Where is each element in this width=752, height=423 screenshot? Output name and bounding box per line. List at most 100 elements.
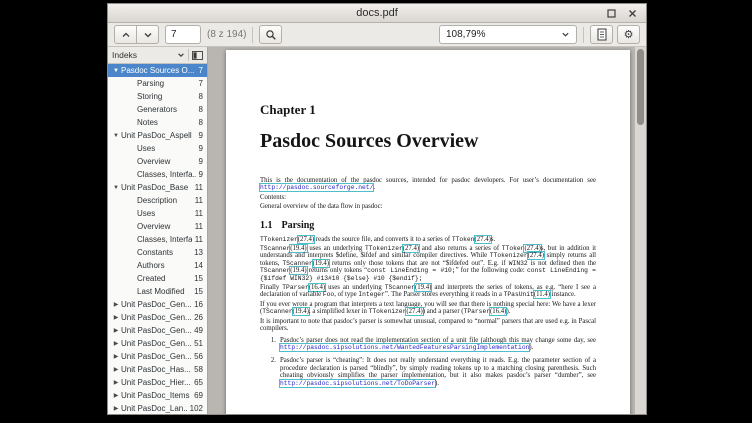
index-entry[interactable]: ▶Unit PasDoc_Gen...26 — [108, 311, 207, 324]
pdf-cross-reference[interactable]: (27.4) — [524, 245, 540, 252]
index-entry[interactable]: Authors14 — [108, 259, 207, 272]
vertical-scrollbar[interactable] — [634, 47, 646, 414]
tree-expand-icon[interactable]: ▶ — [111, 379, 121, 386]
pdf-link[interactable]: http://pasdoc.sipsolutions.net/WantedFea… — [280, 344, 529, 351]
index-entry-page: 69 — [191, 391, 207, 400]
index-entry[interactable]: Overview9 — [108, 155, 207, 168]
index-entry[interactable]: Overview11 — [108, 220, 207, 233]
pdf-text: const LineEnding = #10; — [367, 267, 455, 274]
index-entry[interactable]: Uses11 — [108, 207, 207, 220]
index-entry[interactable]: ▶Unit PasDoc_Gen...56 — [108, 350, 207, 363]
index-entry[interactable]: Created15 — [108, 272, 207, 285]
index-entry[interactable]: Notes8 — [108, 116, 207, 129]
pdf-cross-reference[interactable]: (19.4) — [293, 308, 309, 315]
tree-expand-icon[interactable]: ▶ — [111, 353, 121, 360]
index-entry[interactable]: ▼Unit PasDoc_Aspell9 — [108, 129, 207, 142]
pdf-text: is not defined then the — [528, 260, 596, 267]
index-entry[interactable]: Last Modified15 — [108, 285, 207, 298]
pdf-cross-reference[interactable]: (16.4) — [309, 284, 325, 291]
index-entry[interactable]: ▼Unit PasDoc_Base11 — [108, 181, 207, 194]
pdf-cross-reference[interactable]: (19.4) — [415, 284, 431, 291]
tree-collapse-icon[interactable]: ▼ — [111, 133, 121, 139]
index-entry[interactable]: ▶Unit PasDoc_Gen...51 — [108, 337, 207, 350]
index-entry-label: Unit PasDoc_Items — [121, 391, 191, 400]
index-entry[interactable]: ▶Unit PasDoc_Hier...65 — [108, 376, 207, 389]
index-entry-label: Last Modified — [137, 287, 191, 296]
pdf-link[interactable]: http://pasdoc.sipsolutions.net/ToDoParse… — [280, 380, 435, 387]
zoom-level-value: 108,79% — [446, 29, 561, 40]
index-entry[interactable]: ▼Pasdoc Sources O...7 — [108, 64, 207, 77]
index-entry-page: 7 — [196, 66, 207, 75]
index-entry[interactable]: ▶Unit PasDoc_Lan...102 — [108, 402, 207, 414]
previous-page-button[interactable] — [114, 25, 137, 44]
index-entry[interactable]: Classes, Interfa...11 — [108, 233, 207, 246]
pdf-cross-reference[interactable]: (27.4) — [403, 245, 419, 252]
index-entry[interactable]: Constants13 — [108, 246, 207, 259]
index-entry[interactable]: Storing8 — [108, 90, 207, 103]
index-entry-label: Unit PasDoc_Gen... — [121, 326, 191, 335]
index-entry[interactable]: ▶Unit PasDoc_Items69 — [108, 389, 207, 402]
panel-left-icon — [192, 51, 203, 60]
tree-expand-icon[interactable]: ▶ — [111, 392, 121, 399]
index-entry[interactable]: ▶Unit PasDoc_Gen...49 — [108, 324, 207, 337]
pdf-cross-reference[interactable]: (16.4) — [490, 308, 506, 315]
pdf-cross-reference[interactable]: (27.4) — [298, 236, 314, 243]
tree-expand-icon[interactable]: ▶ — [111, 314, 121, 321]
zoom-level-combobox[interactable]: 108,79% — [439, 25, 577, 44]
pdf-cross-reference[interactable]: (27.4) — [528, 252, 544, 259]
settings-menu-button[interactable]: ⚙ — [617, 25, 640, 44]
search-button[interactable] — [259, 25, 282, 44]
index-entry[interactable]: Generators8 — [108, 103, 207, 116]
index-entry[interactable]: Description11 — [108, 194, 207, 207]
pdf-link[interactable]: http://pasdoc.sourceforge.net/ — [260, 184, 373, 191]
sidebar-mode-dropdown[interactable] — [177, 51, 185, 59]
index-entry[interactable]: ▶Unit PasDoc_Has...58 — [108, 363, 207, 376]
window-maximize-button[interactable] — [605, 7, 618, 20]
tree-expand-icon[interactable]: ▶ — [111, 327, 121, 334]
pdf-cross-reference[interactable]: (19.4) — [290, 267, 306, 274]
pdf-overview-line: General overview of the data flow in pas… — [260, 203, 596, 210]
index-entry[interactable]: Parsing7 — [108, 77, 207, 90]
sidebar-toggle-button[interactable] — [192, 51, 203, 60]
index-entry-label: Classes, Interfa... — [137, 170, 196, 179]
page-number-input[interactable] — [165, 25, 201, 44]
pdf-text: reads the source file, and converts it t… — [314, 236, 452, 243]
tree-expand-icon[interactable]: ▶ — [111, 366, 121, 373]
tree-collapse-icon[interactable]: ▼ — [111, 185, 121, 191]
tree-collapse-icon[interactable]: ▼ — [111, 68, 121, 74]
scrollbar-thumb[interactable] — [637, 49, 644, 125]
pdf-cross-reference[interactable]: (27.4) — [406, 308, 422, 315]
tree-expand-icon[interactable]: ▶ — [111, 405, 121, 412]
pdf-text: TScanner — [282, 260, 312, 267]
pdf-cross-reference[interactable]: (11.4) — [534, 291, 550, 298]
tree-expand-icon[interactable]: ▶ — [111, 340, 121, 347]
toolbar-separator — [583, 27, 584, 43]
index-entry-label: Unit PasDoc_Has... — [121, 365, 191, 374]
tree-expand-icon[interactable]: ▶ — [111, 301, 121, 308]
index-entry-page: 102 — [187, 404, 207, 413]
pdf-text: TScanner — [260, 267, 290, 274]
pdf-cross-reference[interactable]: (27.4) — [475, 236, 491, 243]
index-entry-page: 9 — [196, 131, 207, 140]
next-page-button[interactable] — [136, 25, 159, 44]
pdf-text: . — [373, 184, 375, 191]
index-entry-label: Unit PasDoc_Gen... — [121, 339, 191, 348]
index-entry[interactable]: Classes, Interfa...9 — [108, 168, 207, 181]
index-entry[interactable]: ▶Unit PasDoc_Gen...16 — [108, 298, 207, 311]
pdf-paragraph: It is important to note that pasdoc’s pa… — [260, 318, 596, 333]
page-view-button[interactable] — [590, 25, 613, 44]
index-entry-page: 14 — [191, 261, 207, 270]
window-titlebar[interactable]: docs.pdf — [108, 4, 646, 23]
pdf-cross-reference[interactable]: (19.4) — [290, 245, 306, 252]
pdf-cross-reference[interactable]: (19.4) — [313, 260, 329, 267]
index-entry-label: Notes — [137, 118, 196, 127]
pdf-text: TParser — [282, 284, 308, 291]
pdf-text: ”. The Parser stores everything it reads… — [385, 291, 504, 298]
window-close-button[interactable] — [626, 7, 639, 20]
index-entry[interactable]: Uses9 — [108, 142, 207, 155]
window-controls — [605, 7, 646, 20]
pdf-text: Integer — [358, 291, 384, 298]
pdf-viewer-window: docs.pdf — [107, 3, 647, 415]
document-view[interactable]: Chapter 1 Pasdoc Sources Overview This i… — [208, 47, 646, 414]
pdf-text: , of type — [334, 291, 358, 298]
